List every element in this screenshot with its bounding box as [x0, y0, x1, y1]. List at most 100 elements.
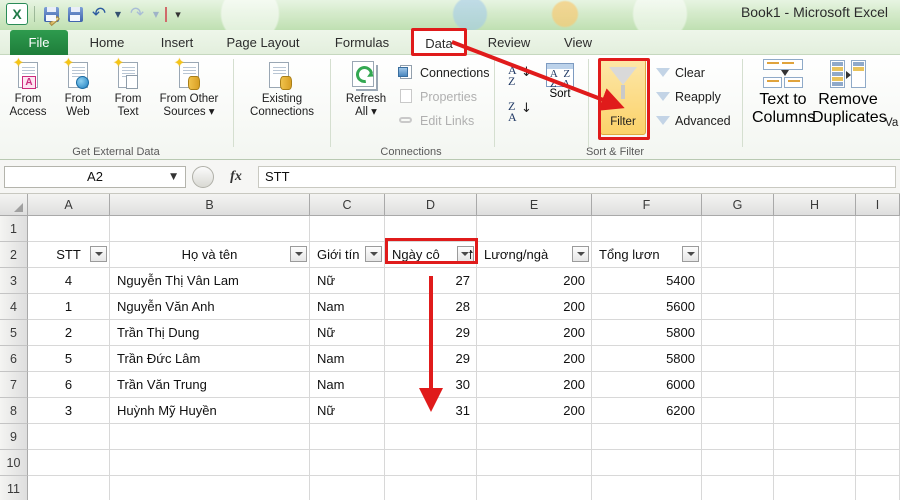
column-header-C[interactable]: C: [310, 194, 385, 216]
filter-dropdown-F[interactable]: [682, 246, 699, 262]
formula-input[interactable]: STT: [258, 165, 896, 188]
row-header-11[interactable]: 11: [0, 476, 28, 500]
cell-D9[interactable]: [385, 424, 477, 450]
column-header-E[interactable]: E: [477, 194, 592, 216]
insert-function-round-button[interactable]: [192, 165, 214, 188]
cell-gender-5[interactable]: Nữ: [310, 398, 385, 424]
cell-E10[interactable]: [477, 450, 592, 476]
cell-F9[interactable]: [592, 424, 702, 450]
excel-icon[interactable]: X: [6, 3, 28, 25]
cell-G10[interactable]: [702, 450, 774, 476]
cell-E11[interactable]: [477, 476, 592, 500]
row-header-2[interactable]: 2: [0, 242, 28, 268]
select-all-corner[interactable]: [0, 194, 28, 216]
clear-filter-button[interactable]: Clear: [656, 63, 705, 82]
cell-days-3[interactable]: 29: [385, 346, 477, 372]
filter-dropdown-E[interactable]: [572, 246, 589, 262]
redo-icon[interactable]: ↷: [127, 4, 147, 24]
cell-I10[interactable]: [856, 450, 900, 476]
cell-H11[interactable]: [774, 476, 856, 500]
filter-dropdown-C[interactable]: [365, 246, 382, 262]
row-header-5[interactable]: 5: [0, 320, 28, 346]
filter-dropdown-D[interactable]: [457, 246, 474, 262]
cell-I7[interactable]: [856, 372, 900, 398]
undo-icon[interactable]: ↶: [89, 4, 109, 24]
column-header-B[interactable]: B: [110, 194, 310, 216]
advanced-filter-button[interactable]: Advanced: [656, 111, 731, 130]
cell-G6[interactable]: [702, 346, 774, 372]
cell-rate-3[interactable]: 200: [477, 346, 592, 372]
cell-I3[interactable]: [856, 268, 900, 294]
sort-descending-icon[interactable]: Z A ↓: [508, 100, 532, 123]
cell-name-3[interactable]: Trần Đức Lâm: [110, 346, 310, 372]
cell-total-3[interactable]: 5800: [592, 346, 702, 372]
cell-A1[interactable]: [28, 216, 110, 242]
cell-B9[interactable]: [110, 424, 310, 450]
cell-I1[interactable]: [856, 216, 900, 242]
cell-G4[interactable]: [702, 294, 774, 320]
cell-G9[interactable]: [702, 424, 774, 450]
save-as-icon[interactable]: [41, 4, 61, 26]
cell-H9[interactable]: [774, 424, 856, 450]
row-header-9[interactable]: 9: [0, 424, 28, 450]
undo-dropdown-icon[interactable]: ▼: [113, 4, 123, 24]
cell-C11[interactable]: [310, 476, 385, 500]
cell-days-5[interactable]: 31: [385, 398, 477, 424]
cell-D10[interactable]: [385, 450, 477, 476]
cell-name-2[interactable]: Trần Thị Dung: [110, 320, 310, 346]
cell-I11[interactable]: [856, 476, 900, 500]
from-text-button[interactable]: ✦ From Text: [104, 57, 152, 118]
row-header-4[interactable]: 4: [0, 294, 28, 320]
reapply-filter-button[interactable]: Reapply: [656, 87, 721, 106]
cell-H2[interactable]: [774, 242, 856, 268]
row-header-8[interactable]: 8: [0, 398, 28, 424]
cell-D1[interactable]: [385, 216, 477, 242]
column-header-D[interactable]: D: [385, 194, 477, 216]
cell-A9[interactable]: [28, 424, 110, 450]
tab-file[interactable]: File: [10, 30, 68, 55]
cell-B1[interactable]: [110, 216, 310, 242]
cell-rate-5[interactable]: 200: [477, 398, 592, 424]
cell-B10[interactable]: [110, 450, 310, 476]
cell-days-1[interactable]: 28: [385, 294, 477, 320]
cell-I4[interactable]: [856, 294, 900, 320]
column-header-G[interactable]: G: [702, 194, 774, 216]
cell-total-1[interactable]: 5600: [592, 294, 702, 320]
name-box[interactable]: A2 ▼: [4, 165, 186, 188]
column-header-F[interactable]: F: [592, 194, 702, 216]
cell-total-0[interactable]: 5400: [592, 268, 702, 294]
column-header-I[interactable]: I: [856, 194, 900, 216]
cell-name-1[interactable]: Nguyễn Văn Anh: [110, 294, 310, 320]
cell-days-0[interactable]: 27: [385, 268, 477, 294]
tab-home[interactable]: Home: [78, 30, 136, 55]
column-header-A[interactable]: A: [28, 194, 110, 216]
header-cell-B[interactable]: Họ và tên: [110, 242, 310, 268]
cell-I9[interactable]: [856, 424, 900, 450]
cell-stt-1[interactable]: 1: [28, 294, 110, 320]
cell-H8[interactable]: [774, 398, 856, 424]
cell-stt-0[interactable]: 4: [28, 268, 110, 294]
cell-total-5[interactable]: 6200: [592, 398, 702, 424]
cell-total-4[interactable]: 6000: [592, 372, 702, 398]
remove-duplicates-button[interactable]: Remove Duplicates: [812, 59, 887, 127]
cell-gender-2[interactable]: Nữ: [310, 320, 385, 346]
tab-data[interactable]: Data: [412, 30, 466, 56]
cell-G2[interactable]: [702, 242, 774, 268]
cell-C10[interactable]: [310, 450, 385, 476]
cell-gender-0[interactable]: Nữ: [310, 268, 385, 294]
cell-C1[interactable]: [310, 216, 385, 242]
cell-gender-1[interactable]: Nam: [310, 294, 385, 320]
cell-H10[interactable]: [774, 450, 856, 476]
cell-E1[interactable]: [477, 216, 592, 242]
cell-G11[interactable]: [702, 476, 774, 500]
cell-G1[interactable]: [702, 216, 774, 242]
cell-F10[interactable]: [592, 450, 702, 476]
redo-dropdown-icon[interactable]: ▼: [151, 4, 161, 24]
sort-ascending-icon[interactable]: A Z ↓: [508, 64, 532, 87]
cell-H3[interactable]: [774, 268, 856, 294]
row-header-3[interactable]: 3: [0, 268, 28, 294]
filter-button[interactable]: Filter: [600, 59, 646, 135]
cell-name-5[interactable]: Huỳnh Mỹ Huyền: [110, 398, 310, 424]
cell-I2[interactable]: [856, 242, 900, 268]
cell-G7[interactable]: [702, 372, 774, 398]
